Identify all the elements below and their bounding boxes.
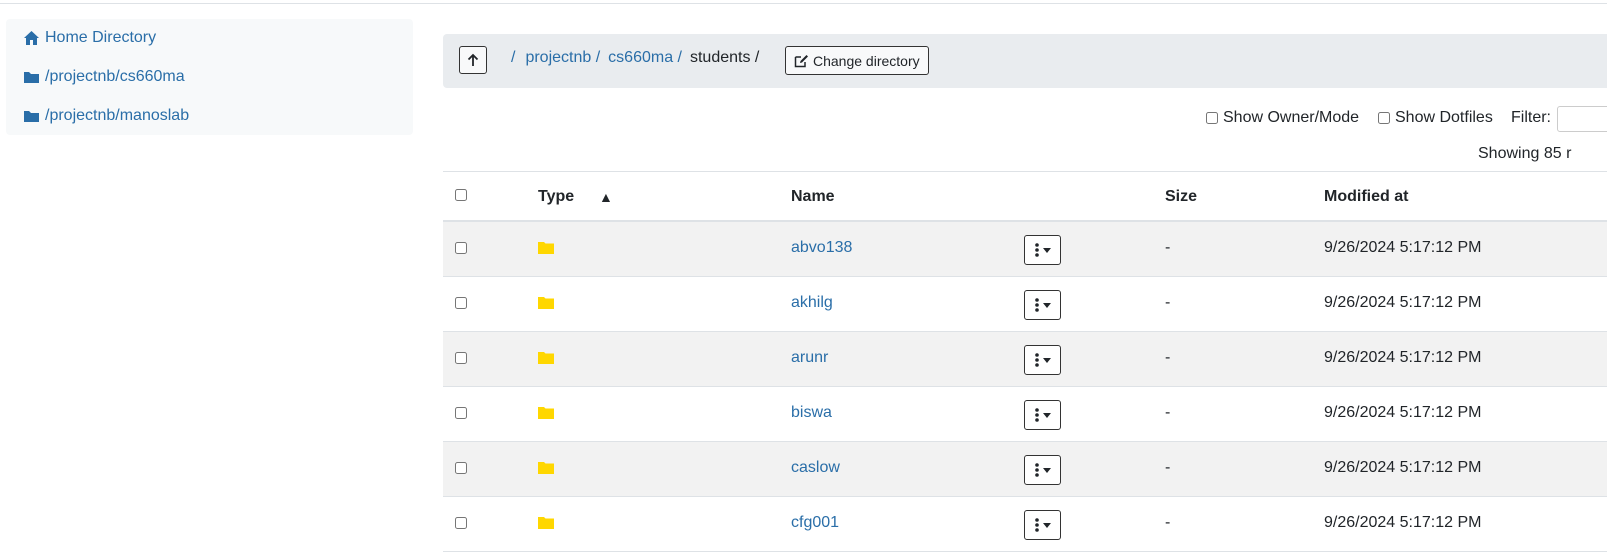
breadcrumb-current: students / xyxy=(689,49,760,66)
file-name-link[interactable]: cfg001 xyxy=(791,514,839,532)
show-dotfiles-label: Show Dotfiles xyxy=(1395,109,1493,126)
sidebar-item-label: /projectnb/manoslab xyxy=(45,107,190,124)
show-dotfiles-checkbox[interactable] xyxy=(1378,112,1390,124)
table-row[interactable]: cfg001 - 9/26/2024 5:17:12 PM xyxy=(443,497,1607,552)
file-table: Type ▲ Name Size Modified at abvo138 - 9/2… xyxy=(443,171,1607,552)
caret-down-icon xyxy=(1042,247,1051,253)
show-owner-mode-label: Show Owner/Mode xyxy=(1223,109,1360,126)
path-bar: / projectnb / cs660ma / students / Chang… xyxy=(443,34,1607,88)
showing-count: Showing 85 r xyxy=(1478,145,1572,162)
folder-icon xyxy=(538,242,554,254)
table-row[interactable]: akhilg - 9/26/2024 5:17:12 PM xyxy=(443,277,1607,332)
show-owner-mode-option[interactable]: Show Owner/Mode xyxy=(1206,108,1359,128)
caret-down-icon xyxy=(1042,412,1051,418)
folder-icon xyxy=(538,517,554,529)
folder-icon xyxy=(538,352,554,364)
table-row[interactable]: abvo138 - 9/26/2024 5:17:12 PM xyxy=(443,222,1607,277)
filter-label-text: Filter: xyxy=(1511,109,1551,126)
top-divider xyxy=(0,0,1607,4)
row-actions-button[interactable] xyxy=(1024,510,1061,540)
file-modified: 9/26/2024 5:17:12 PM xyxy=(1324,294,1482,311)
table-row[interactable]: arunr - 9/26/2024 5:17:12 PM xyxy=(443,332,1607,387)
filter-label: Filter: xyxy=(1511,108,1551,128)
file-size: - xyxy=(1165,514,1171,531)
show-dotfiles-option[interactable]: Show Dotfiles xyxy=(1378,108,1493,128)
vertical-ellipsis-icon xyxy=(1034,353,1039,367)
vertical-ellipsis-icon xyxy=(1034,518,1039,532)
vertical-ellipsis-icon xyxy=(1034,463,1039,477)
column-type[interactable]: Type xyxy=(538,188,574,206)
sidebar-item-home[interactable]: Home Directory xyxy=(23,27,156,49)
select-all-checkbox[interactable] xyxy=(455,189,467,201)
file-name-link[interactable]: arunr xyxy=(791,349,828,367)
column-size[interactable]: Size xyxy=(1165,188,1197,206)
row-select-checkbox[interactable] xyxy=(455,242,467,254)
folder-icon xyxy=(538,407,554,419)
column-modified[interactable]: Modified at xyxy=(1324,188,1408,206)
change-directory-label: Change directory xyxy=(813,52,920,69)
show-owner-mode-checkbox[interactable] xyxy=(1206,112,1218,124)
sidebar-item-label: Home Directory xyxy=(45,29,157,46)
row-actions-button[interactable] xyxy=(1024,345,1061,375)
table-header: Type ▲ Name Size Modified at xyxy=(443,171,1607,222)
folder-icon xyxy=(538,297,554,309)
file-name-link[interactable]: biswa xyxy=(791,404,832,422)
filter-input[interactable] xyxy=(1557,106,1607,132)
breadcrumb: / projectnb / cs660ma / students / xyxy=(511,49,759,67)
caret-down-icon xyxy=(1042,357,1051,363)
sidebar-item-label: /projectnb/cs660ma xyxy=(45,68,185,85)
folder-icon xyxy=(538,462,554,474)
folder-icon xyxy=(23,69,40,85)
file-name-link[interactable]: akhilg xyxy=(791,294,833,312)
file-modified: 9/26/2024 5:17:12 PM xyxy=(1324,404,1482,421)
file-modified: 9/26/2024 5:17:12 PM xyxy=(1324,349,1482,366)
file-size: - xyxy=(1165,459,1171,476)
row-select-checkbox[interactable] xyxy=(455,462,467,474)
file-size: - xyxy=(1165,294,1171,311)
vertical-ellipsis-icon xyxy=(1034,243,1039,257)
caret-down-icon xyxy=(1042,522,1051,528)
table-row[interactable]: biswa - 9/26/2024 5:17:12 PM xyxy=(443,387,1607,442)
row-select-checkbox[interactable] xyxy=(455,352,467,364)
arrow-up-icon xyxy=(467,53,479,66)
vertical-ellipsis-icon xyxy=(1034,408,1039,422)
column-name[interactable]: Name xyxy=(791,188,835,206)
sidebar-item-manoslab[interactable]: /projectnb/manoslab xyxy=(23,105,189,127)
sidebar-item-cs660ma[interactable]: /projectnb/cs660ma xyxy=(23,66,185,88)
file-size: - xyxy=(1165,239,1171,256)
breadcrumb-projectnb[interactable]: projectnb / xyxy=(525,49,600,67)
edit-icon xyxy=(794,54,808,67)
row-actions-button[interactable] xyxy=(1024,290,1061,320)
favorites-sidebar: Home Directory /projectnb/cs660ma /proje… xyxy=(6,19,413,135)
file-modified: 9/26/2024 5:17:12 PM xyxy=(1324,514,1482,531)
caret-down-icon xyxy=(1042,302,1051,308)
file-size: - xyxy=(1165,349,1171,366)
row-actions-button[interactable] xyxy=(1024,455,1061,485)
row-actions-button[interactable] xyxy=(1024,400,1061,430)
folder-icon xyxy=(23,108,40,124)
sort-ascending-icon[interactable]: ▲ xyxy=(599,189,613,205)
row-select-checkbox[interactable] xyxy=(455,407,467,419)
row-actions-button[interactable] xyxy=(1024,235,1061,265)
parent-directory-button[interactable] xyxy=(459,46,487,74)
home-icon xyxy=(23,30,40,46)
file-modified: 9/26/2024 5:17:12 PM xyxy=(1324,239,1482,256)
change-directory-button[interactable]: Change directory xyxy=(785,46,929,75)
row-select-checkbox[interactable] xyxy=(455,297,467,309)
file-size: - xyxy=(1165,404,1171,421)
vertical-ellipsis-icon xyxy=(1034,298,1039,312)
file-name-link[interactable]: abvo138 xyxy=(791,239,852,257)
file-name-link[interactable]: caslow xyxy=(791,459,840,477)
breadcrumb-cs660ma[interactable]: cs660ma / xyxy=(608,49,682,67)
table-row[interactable]: caslow - 9/26/2024 5:17:12 PM xyxy=(443,442,1607,497)
row-select-checkbox[interactable] xyxy=(455,517,467,529)
caret-down-icon xyxy=(1042,467,1051,473)
file-modified: 9/26/2024 5:17:12 PM xyxy=(1324,459,1482,476)
